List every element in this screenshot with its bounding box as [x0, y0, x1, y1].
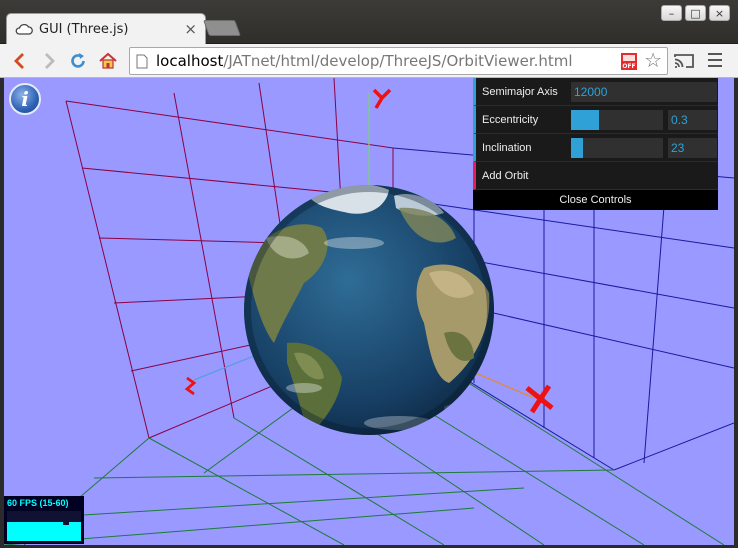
info-button[interactable]: i — [9, 83, 41, 115]
url-text: localhost/JATnet/html/develop/ThreeJS/Or… — [156, 52, 573, 70]
browser-tab[interactable]: GUI (Three.js) × — [6, 13, 206, 44]
eccentricity-input[interactable]: 0.3 — [668, 109, 717, 130]
title-bar: GUI (Three.js) × – □ × — [0, 0, 738, 44]
earth-globe[interactable] — [244, 182, 494, 436]
url-path: /JATnet/html/develop/ThreeJS/OrbitViewer… — [223, 52, 573, 70]
inclination-slider[interactable] — [571, 137, 663, 158]
add-orbit-button[interactable]: Add Orbit — [473, 162, 718, 190]
three-viewport[interactable]: i Semimajor Axis 12000 Eccentricity 0.3 … — [4, 78, 734, 545]
close-controls-button[interactable]: Close Controls — [473, 190, 718, 210]
home-button[interactable] — [96, 49, 120, 73]
off-badge-text: OFF — [622, 63, 635, 70]
semimajor-axis-control: Semimajor Axis 12000 — [473, 78, 718, 106]
url-host: localhost — [156, 52, 224, 70]
home-icon — [99, 52, 117, 69]
semimajor-axis-label: Semimajor Axis — [482, 85, 558, 98]
cast-icon[interactable] — [674, 53, 694, 69]
inclination-label: Inclination — [482, 141, 532, 154]
cloud-icon — [15, 23, 33, 35]
fps-graph-fill — [7, 522, 81, 541]
tab-close-icon[interactable]: × — [184, 21, 197, 37]
menu-icon[interactable] — [708, 53, 722, 67]
address-bar[interactable]: localhost/JATnet/html/develop/ThreeJS/Or… — [129, 47, 668, 75]
back-button[interactable] — [8, 49, 32, 73]
semimajor-axis-input[interactable]: 12000 — [571, 81, 717, 102]
page-icon — [136, 54, 148, 68]
forward-arrow-icon — [45, 53, 55, 69]
maximize-button[interactable]: □ — [685, 5, 706, 21]
y-axis-label-icon — [372, 88, 392, 109]
tab-title: GUI (Three.js) — [39, 21, 129, 37]
forward-button[interactable] — [37, 49, 61, 73]
reload-button[interactable] — [66, 49, 90, 73]
eccentricity-slider[interactable] — [571, 109, 663, 130]
inclination-control: Inclination 23 — [473, 134, 718, 162]
x-axis-label-icon — [525, 384, 554, 414]
inclination-input[interactable]: 23 — [668, 137, 717, 158]
fps-graph-dip — [63, 522, 69, 526]
fps-graph — [7, 511, 81, 541]
reload-icon — [71, 53, 85, 68]
minimize-button[interactable]: – — [661, 5, 682, 21]
controls-panel: Semimajor Axis 12000 Eccentricity 0.3 In… — [473, 78, 718, 210]
bookmark-star-icon[interactable]: ☆ — [644, 50, 662, 70]
extension-off-icon[interactable]: OFF — [621, 53, 637, 70]
window-controls: – □ × — [661, 5, 730, 21]
browser-toolbar: localhost/JATnet/html/develop/ThreeJS/Or… — [0, 44, 738, 78]
close-window-button[interactable]: × — [709, 5, 730, 21]
new-tab-button[interactable] — [203, 20, 241, 36]
add-orbit-label: Add Orbit — [482, 169, 529, 182]
eccentricity-label: Eccentricity — [482, 113, 539, 126]
back-arrow-icon — [14, 53, 24, 69]
fps-readout: 60 FPS (15-60) — [7, 498, 69, 508]
eccentricity-control: Eccentricity 0.3 — [473, 106, 718, 134]
fps-stats-widget[interactable]: 60 FPS (15-60) — [4, 496, 84, 544]
z-axis-label-icon — [184, 376, 197, 396]
